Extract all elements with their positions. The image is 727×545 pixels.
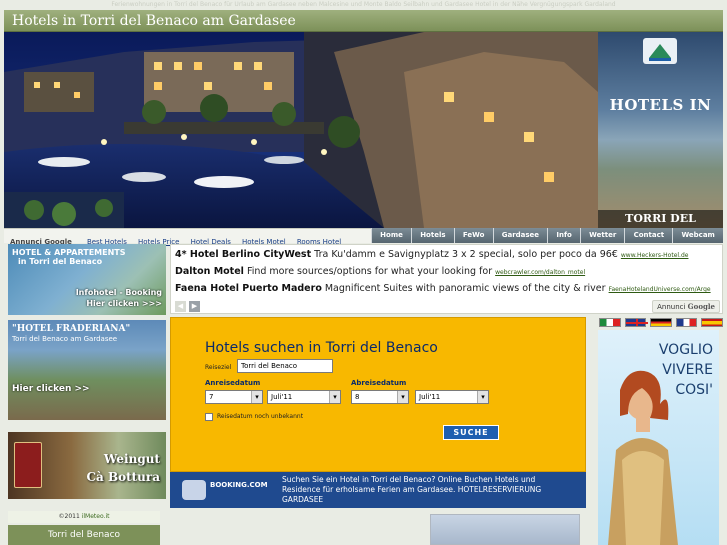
- flag-italy-icon[interactable]: [599, 318, 621, 327]
- page: Ferienwohnungen in Torri del Benaco für …: [0, 0, 727, 545]
- ad1-subtitle: in Torri del Benaco: [18, 257, 103, 266]
- search-button[interactable]: SUCHE: [443, 425, 499, 440]
- arrival-day-select[interactable]: 7: [205, 390, 263, 404]
- ad-url[interactable]: FaenaHotelandUniverse.com/Arge: [609, 286, 711, 293]
- hotel-search-form: Hotels suchen in Torri del Benaco Reisez…: [170, 317, 586, 472]
- destination-input[interactable]: Torri del Benaco: [237, 359, 333, 373]
- ad-text: Magnificent Suites with panoramic views …: [321, 283, 609, 294]
- search-title: Hotels suchen in Torri del Benaco: [205, 340, 438, 356]
- ad1-booking: Infohotel - Booking: [75, 288, 162, 297]
- nav-gardasee[interactable]: Gardasee: [492, 228, 548, 243]
- nav-info[interactable]: Info: [547, 228, 580, 243]
- hero-photo: [4, 32, 598, 228]
- nav-webcam[interactable]: Webcam: [672, 228, 724, 243]
- flag-france-icon[interactable]: [675, 318, 698, 327]
- nav-home[interactable]: Home: [371, 228, 412, 243]
- ad-weingut[interactable]: Weingut Cà Bottura: [8, 432, 166, 499]
- ad-url[interactable]: www.Heckers-Hotel.de: [621, 252, 689, 259]
- meteo-copyright: ©2011: [58, 513, 80, 520]
- booking-text: Suchen Sie ein Hotel in Torri del Benaco…: [282, 475, 542, 504]
- side-banner[interactable]: HOTELS IN TORRI DEL BENACO: [598, 32, 723, 228]
- right-ad-banner[interactable]: VOGLIO VIVERE COSI': [598, 330, 719, 545]
- nav-contact[interactable]: Contact: [624, 228, 673, 243]
- bottom-image[interactable]: [430, 514, 580, 545]
- header-bar: Hotels in Torri del Benaco am Gardasee: [4, 10, 723, 32]
- hotel-logo-icon: [643, 38, 677, 64]
- ad-row[interactable]: 4* Hotel Berlino CityWest Tra Ku'damm e …: [175, 249, 688, 260]
- meteo-place: Torri del Benaco: [8, 525, 160, 545]
- ad-hotel-appartements[interactable]: HOTEL & APPARTEMENTS in Torri del Benaco…: [8, 244, 166, 315]
- ad-hotel-fraderiana[interactable]: "HOTEL FRADERIANA" Torri del Benaco am G…: [8, 320, 166, 420]
- ad-headline[interactable]: Dalton Motel: [175, 266, 244, 277]
- departure-day-select[interactable]: 8: [351, 390, 409, 404]
- departure-label: Abreisedatum: [351, 379, 407, 387]
- ad-text: Find more sources/options for what your …: [243, 266, 496, 277]
- ad-row[interactable]: Faena Hotel Puerto Madero Magnificent Su…: [175, 283, 711, 294]
- destination-label: Reiseziel: [205, 364, 232, 371]
- ad-row[interactable]: Dalton Motel Find more sources/options f…: [175, 266, 585, 277]
- unknown-dates-checkbox[interactable]: [205, 413, 213, 421]
- meteo-link[interactable]: ilMeteo.it: [82, 513, 110, 520]
- ad3-subtitle: Cà Bottura: [86, 470, 160, 484]
- ad-url[interactable]: webcrawler.com/dalton_motel: [495, 269, 585, 276]
- language-flags: [598, 318, 723, 328]
- booking-logo: BOOKING.COM: [182, 476, 274, 504]
- flag-germany-icon[interactable]: [650, 318, 672, 327]
- booking-banner[interactable]: BOOKING.COM Suchen Sie ein Hotel in Torr…: [170, 472, 586, 508]
- tagline: Ferienwohnungen in Torri del Benaco für …: [111, 1, 616, 8]
- booking-logo-text: BOOKING.COM: [210, 481, 268, 489]
- nav-hotels[interactable]: Hotels: [411, 228, 454, 243]
- arrival-label: Anreisedatum: [205, 379, 261, 387]
- next-arrow-icon[interactable]: ▶: [189, 301, 200, 312]
- meteo-credit: ©2011 ilMeteo.it: [8, 511, 160, 523]
- ad-headline[interactable]: 4* Hotel Berlino CityWest: [175, 249, 311, 260]
- google-ads-box: 4* Hotel Berlino CityWest Tra Ku'damm e …: [170, 244, 723, 314]
- nav-fewo[interactable]: FeWo: [453, 228, 493, 243]
- harbor-night-image: [4, 32, 598, 228]
- ads-badge-brand: Google: [687, 302, 715, 311]
- woman-photo: [608, 370, 678, 545]
- side-banner-caption: TORRI DEL BENACO: [598, 210, 723, 228]
- ad-link-bar: Annunci Google Best Hotels Hotels Price …: [4, 228, 371, 246]
- bottom-strip: [170, 510, 586, 545]
- prev-arrow-icon[interactable]: ◀: [175, 301, 186, 312]
- side-banner-heading: HOTELS IN: [609, 96, 712, 114]
- main-nav: Home Hotels FeWo Gardasee Info Wetter Co…: [371, 228, 724, 243]
- ads-by-google-badge[interactable]: Annunci Google: [652, 300, 720, 313]
- ad2-title: "HOTEL FRADERIANA": [12, 324, 131, 334]
- booking-disk-icon: [182, 480, 206, 500]
- ad-headline[interactable]: Faena Hotel Puerto Madero: [175, 283, 322, 294]
- ads-badge-prefix: Annunci: [657, 303, 686, 311]
- flag-spain-icon[interactable]: [701, 318, 723, 327]
- page-title: Hotels in Torri del Benaco am Gardasee: [12, 13, 296, 29]
- ad1-title: HOTEL & APPARTEMENTS: [12, 248, 126, 257]
- unknown-dates-label: Reisedatum noch unbekannt: [217, 413, 304, 420]
- ad-text: Tra Ku'damm e Savignyplatz 3 x 2 special…: [311, 249, 621, 260]
- flag-uk-icon[interactable]: [624, 318, 648, 327]
- arrival-month-select[interactable]: Juli'11: [267, 390, 341, 404]
- ad2-subtitle: Torri del Benaco am Gardasee: [12, 335, 118, 343]
- departure-month-select[interactable]: Juli'11: [415, 390, 489, 404]
- ad2-cta: Hier clicken >>: [12, 384, 90, 394]
- ad3-title: Weingut: [103, 452, 160, 466]
- nav-wetter[interactable]: Wetter: [580, 228, 625, 243]
- ad1-cta: Hier clicken >>>: [86, 299, 162, 308]
- winery-seal-icon: [14, 442, 42, 488]
